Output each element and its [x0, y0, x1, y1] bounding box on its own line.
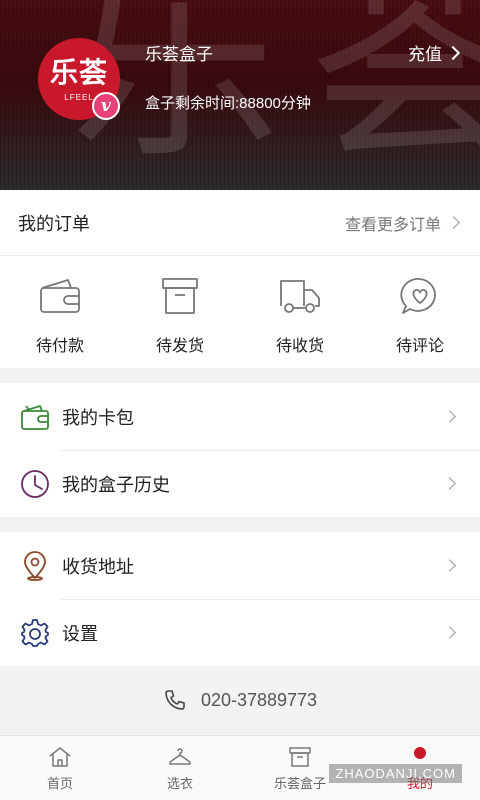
- tab-clothes[interactable]: 选衣: [120, 736, 240, 800]
- phone-icon: [165, 690, 185, 710]
- menu-card-2: 收货地址 设置: [0, 532, 480, 666]
- chevron-right-icon: [443, 410, 456, 423]
- gear-icon: [21, 618, 49, 647]
- order-pending-payment[interactable]: 待付款: [0, 256, 120, 368]
- order-label: 待评论: [395, 338, 444, 355]
- vip-badge: v: [92, 92, 120, 120]
- clock-icon: [21, 469, 49, 498]
- order-label: 待收货: [275, 338, 324, 355]
- order-label: 待发货: [155, 338, 204, 355]
- menu-label: 我的卡包: [62, 407, 134, 428]
- order-pending-receipt[interactable]: 待收货: [240, 256, 360, 368]
- order-pending-shipment[interactable]: 待发货: [120, 256, 240, 368]
- menu-item-card-wallet[interactable]: 我的卡包: [0, 383, 480, 450]
- view-more-orders-label: 查看更多订单: [344, 216, 441, 234]
- card-wallet-icon: [21, 404, 49, 430]
- wallet-icon: [40, 279, 80, 313]
- chevron-right-icon: [443, 477, 456, 490]
- chevron-right-icon: [447, 216, 460, 229]
- heart-chat-icon: [400, 278, 436, 314]
- phone-number: 020-37889773: [200, 689, 318, 710]
- header-background-text: 乐荟: [70, 0, 480, 187]
- box-icon: [162, 278, 198, 314]
- menu-label: 设置: [62, 623, 98, 644]
- menu-item-address[interactable]: 收货地址: [0, 532, 480, 599]
- tab-home[interactable]: 首页: [0, 736, 120, 800]
- chevron-right-icon: [443, 626, 456, 639]
- remaining-time: 盒子剩余时间:88800分钟: [145, 95, 311, 112]
- order-pending-review[interactable]: 待评论: [360, 256, 480, 368]
- order-label: 待付款: [35, 338, 84, 355]
- chevron-right-icon: [445, 45, 461, 60]
- menu-item-settings[interactable]: 设置: [0, 599, 480, 666]
- profile-header: 乐荟 乐荟 LFEEL v 乐荟盒子 盒子剩余时间:88800分钟 充值: [0, 0, 480, 190]
- logo-subtext: LFEEL: [64, 92, 94, 102]
- orders-section: 我的订单 查看更多订单 待付款 待发货 待收货 待评论: [0, 190, 480, 368]
- menu-label: 收货地址: [62, 556, 134, 577]
- user-name: 乐荟盒子: [145, 45, 213, 64]
- chevron-right-icon: [443, 559, 456, 572]
- logo-text: 乐荟: [49, 56, 108, 88]
- view-more-orders-link[interactable]: 查看更多订单: [344, 211, 460, 235]
- home-icon: [49, 747, 71, 767]
- recharge-label: 充值: [408, 45, 442, 64]
- tab-label: 乐荟盒子: [273, 776, 326, 791]
- customer-service-phone[interactable]: 020-37889773: [0, 666, 480, 734]
- menu-card-1: 我的卡包 我的盒子历史: [0, 383, 480, 517]
- watermark: ZHAODANJI.COM: [329, 764, 462, 783]
- menu-label: 我的盒子历史: [62, 474, 170, 495]
- recharge-button[interactable]: 充值: [408, 40, 461, 65]
- hanger-icon: [169, 748, 191, 765]
- box-icon: [289, 747, 311, 767]
- orders-title: 我的订单: [18, 213, 90, 234]
- tab-label: 选衣: [166, 776, 193, 791]
- tab-label: 首页: [46, 776, 73, 791]
- location-pin-icon: [24, 550, 46, 581]
- truck-icon: [280, 280, 320, 313]
- menu-item-box-history[interactable]: 我的盒子历史: [0, 450, 480, 517]
